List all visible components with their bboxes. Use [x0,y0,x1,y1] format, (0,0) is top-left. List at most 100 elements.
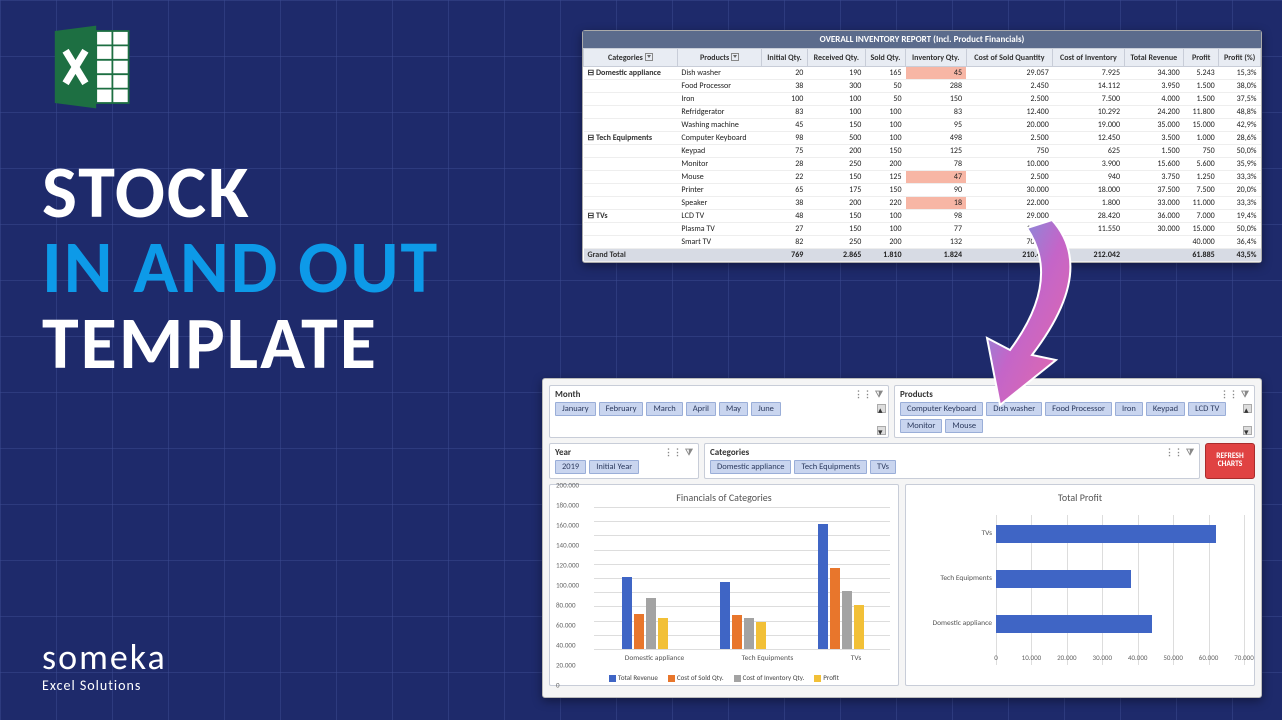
slicer-chip[interactable]: Iron [1115,402,1143,416]
cell-value: 50,0% [1219,145,1261,158]
cell-value: 7.500 [1053,93,1124,106]
slicer-chip[interactable]: Dish washer [986,402,1042,416]
cell-value: 1.000 [1184,132,1219,145]
bar [732,615,742,649]
slicer-chip[interactable]: Initial Year [589,460,639,474]
cell-value: 50 [865,93,905,106]
column-header[interactable]: Products [677,49,761,67]
slicer-chip[interactable]: March [646,402,682,416]
cell-category [584,119,678,132]
cell-value: 18 [906,197,966,210]
cell-product: Printer [677,184,761,197]
slicer-chip[interactable]: February [599,402,644,416]
slicer-categories[interactable]: Categories⋮⋮⧩ Domestic applianceTech Equ… [704,443,1200,479]
slicer-year[interactable]: Year ⋮⋮⧩ 2019Initial Year [549,443,699,479]
slicer-chip[interactable]: TVs [870,460,896,474]
y-axis-label: 180.000 [556,501,579,510]
cell-value: 29.000 [966,210,1053,223]
slicer-chip[interactable]: Monitor [900,419,942,433]
table-row: ⊟ Domestic applianceDish washer201901654… [584,67,1261,80]
clear-filter-icon[interactable]: ⧩ [1186,447,1194,458]
dropdown-icon[interactable] [731,53,739,61]
clear-filter-icon[interactable]: ⧩ [1241,389,1249,400]
cell-value: 12.400 [966,106,1053,119]
column-header[interactable]: Initial Qty. [762,49,808,67]
legend-item: Profit [814,673,839,682]
multi-select-icon[interactable]: ⋮⋮ [664,447,682,458]
cell-category[interactable]: ⊟ Domestic appliance [584,67,678,80]
slicer-chip[interactable]: January [555,402,596,416]
slicer-chip[interactable]: Domestic appliance [710,460,791,474]
excel-icon [44,22,134,117]
cell-value: 498 [906,132,966,145]
cell-value: 28,6% [1219,132,1261,145]
multi-select-icon[interactable]: ⋮⋮ [1165,447,1183,458]
refresh-charts-button[interactable]: REFRESH CHARTS [1205,443,1255,479]
cell-category[interactable]: ⊟ Tech Equipments [584,132,678,145]
column-header[interactable]: Total Revenue [1124,49,1184,67]
brand-name: someka [42,635,167,679]
cell-value: 83 [906,106,966,119]
slicer-chip[interactable]: Mouse [945,419,983,433]
cell-value: 38 [762,197,808,210]
slicer-month[interactable]: Month⋮⋮⧩ JanuaryFebruaryMarchAprilMayJun… [549,385,889,438]
report-title: OVERALL INVENTORY REPORT (Incl. Product … [583,31,1261,48]
column-header[interactable]: Profit [1184,49,1219,67]
scroll-up-icon[interactable]: ▴ [877,404,886,413]
slicer-chip[interactable]: Computer Keyboard [900,402,983,416]
scroll-down-icon[interactable]: ▾ [877,426,886,435]
cell-value: 100 [807,106,865,119]
slicer-chip[interactable]: Food Processor [1045,402,1112,416]
slicer-chip[interactable]: June [751,402,781,416]
slicer-chip[interactable]: April [686,402,716,416]
cell-value: 150 [807,119,865,132]
column-header[interactable]: Categories [584,49,678,67]
clear-filter-icon[interactable]: ⧩ [685,447,693,458]
clear-filter-icon[interactable]: ⧩ [875,389,883,400]
table-row: ⊟ TVsLCD TV481501009829.00028.42036.0007… [584,210,1261,223]
slicer-products[interactable]: Products⋮⋮⧩ Computer KeyboardDish washer… [894,385,1255,438]
bar [830,568,840,649]
cell-value: 100 [865,210,905,223]
cell-value [1124,236,1184,249]
cell-value: 33,3% [1219,171,1261,184]
x-axis-label: 0 [994,653,998,662]
cell-value: 38,0% [1219,80,1261,93]
cell-product: Plasma TV [677,223,761,236]
column-header[interactable]: Profit (%) [1219,49,1261,67]
cell-value: 36.000 [1124,210,1184,223]
cell-value: 2.450 [966,80,1053,93]
cell-product: Mouse [677,171,761,184]
x-axis-label: Domestic appliance [625,654,685,663]
table-row: Speaker382002201822.0001.80033.00011.000… [584,197,1261,210]
cell-value: 15,3% [1219,67,1261,80]
cell-value: 35.000 [1124,119,1184,132]
multi-select-icon[interactable]: ⋮⋮ [1220,389,1238,400]
cell-value: 100 [807,93,865,106]
column-header[interactable]: Received Qty. [807,49,865,67]
dropdown-icon[interactable] [645,53,653,61]
column-header[interactable]: Cost of Sold Quantity [966,49,1053,67]
slicer-chip[interactable]: Tech Equipments [794,460,867,474]
cell-category[interactable]: ⊟ TVs [584,210,678,223]
slicer-chip[interactable]: LCD TV [1188,402,1226,416]
column-header[interactable]: Inventory Qty. [906,49,966,67]
slicer-chip[interactable]: Keypad [1146,402,1185,416]
cell-value: 100 [762,93,808,106]
cell-product: Computer Keyboard [677,132,761,145]
scroll-down-icon[interactable]: ▾ [1243,426,1252,435]
inventory-report-panel: OVERALL INVENTORY REPORT (Incl. Product … [582,30,1262,263]
multi-select-icon[interactable]: ⋮⋮ [854,389,872,400]
cell-value: 150 [865,145,905,158]
slicer-chip[interactable]: 2019 [555,460,586,474]
column-header[interactable]: Sold Qty. [865,49,905,67]
cell-value: 98 [906,210,966,223]
slicer-year-label: Year [555,447,571,458]
scroll-up-icon[interactable]: ▴ [1243,404,1252,413]
table-row: Monitor282502007810.0003.90015.6005.6003… [584,158,1261,171]
column-header[interactable]: Cost of Inventory [1053,49,1124,67]
slicer-chip[interactable]: May [719,402,748,416]
table-row: Refridgerator831001008312.40010.29224.20… [584,106,1261,119]
cell-value: 5.243 [1184,67,1219,80]
cell-value: 100 [865,119,905,132]
